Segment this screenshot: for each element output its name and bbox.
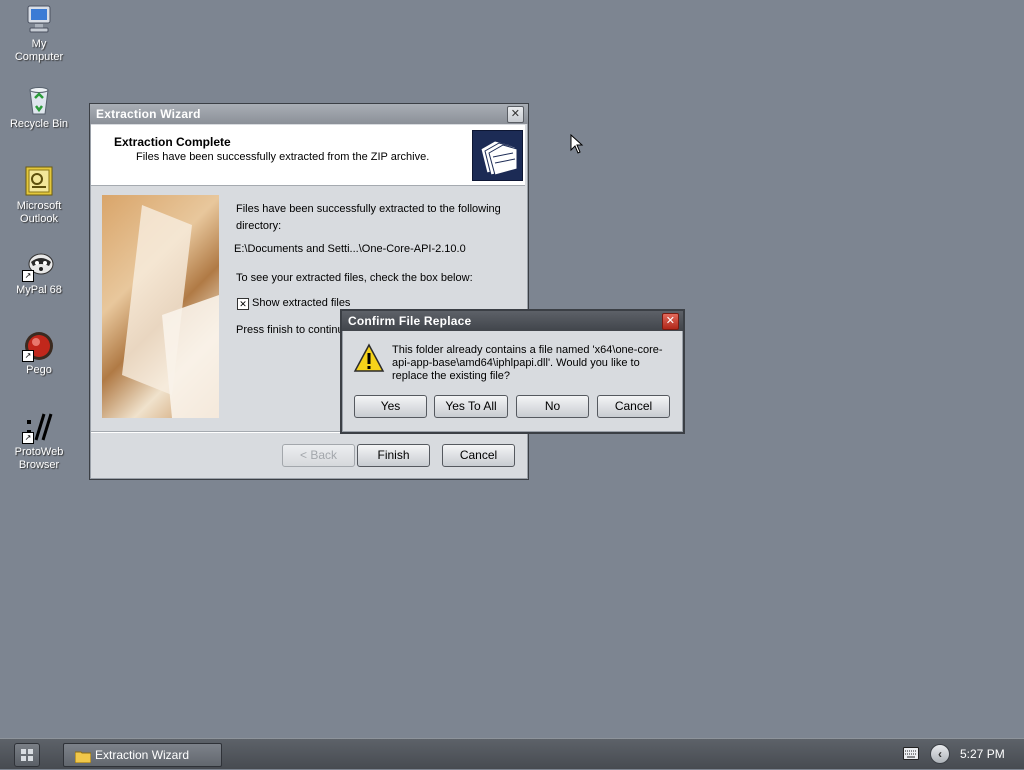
taskbar-task-extraction-wizard[interactable]: Extraction Wizard bbox=[63, 743, 222, 767]
protoweb-icon: ↗ bbox=[22, 412, 56, 444]
desktop-icon-label: My Computer bbox=[14, 38, 64, 63]
pego-icon: ↗ bbox=[22, 330, 56, 362]
wizard-header: Extraction Complete Files have been succ… bbox=[91, 125, 525, 186]
recycle-bin-icon bbox=[22, 84, 56, 116]
confirm-message: This folder already contains a file name… bbox=[392, 344, 663, 382]
wizard-title: Extraction Wizard bbox=[96, 107, 201, 121]
wizard-finish-hint: Press finish to continu bbox=[236, 324, 344, 336]
wizard-header-subtitle: Files have been successfully extracted f… bbox=[136, 151, 430, 163]
wizard-check-hint: To see your extracted files, check the b… bbox=[236, 272, 473, 284]
wizard-header-title: Extraction Complete bbox=[114, 135, 231, 149]
folders-icon bbox=[472, 130, 523, 181]
show-extracted-files-checkbox[interactable]: ✕ bbox=[237, 298, 249, 310]
desktop-icon-label: MyPal 68 bbox=[16, 284, 62, 296]
shortcut-arrow-icon: ↗ bbox=[22, 350, 34, 362]
desktop-icon-pego[interactable]: ↗ Pego bbox=[1, 330, 77, 377]
mouse-cursor-icon bbox=[570, 133, 584, 154]
wizard-side-image bbox=[102, 195, 219, 418]
folder-icon bbox=[74, 748, 92, 764]
keyboard-icon[interactable] bbox=[903, 747, 919, 760]
desktop-icon-recycle-bin[interactable]: Recycle Bin bbox=[1, 84, 77, 131]
desktop-icon-label: Pego bbox=[26, 364, 52, 376]
computer-icon bbox=[22, 4, 56, 36]
desktop-icon-protoweb[interactable]: ↗ ProtoWeb Browser bbox=[1, 412, 77, 472]
confirm-title: Confirm File Replace bbox=[348, 314, 472, 328]
wizard-body-text: Files have been successfully extracted t… bbox=[236, 203, 501, 232]
warning-icon bbox=[353, 343, 385, 373]
show-hidden-icons-button[interactable]: ‹ bbox=[930, 744, 950, 764]
no-button[interactable]: No bbox=[516, 395, 589, 418]
confirm-titlebar[interactable]: Confirm File Replace ✕ bbox=[342, 311, 683, 331]
outlook-icon bbox=[22, 166, 56, 198]
yes-button[interactable]: Yes bbox=[354, 395, 427, 418]
finish-button[interactable]: Finish bbox=[357, 444, 430, 467]
show-extracted-files-label[interactable]: Show extracted files bbox=[252, 297, 350, 309]
desktop-icon-mypal[interactable]: ↗ MyPal 68 bbox=[1, 250, 77, 297]
wizard-cancel-button[interactable]: Cancel bbox=[442, 444, 515, 467]
wizard-titlebar[interactable]: Extraction Wizard ✕ bbox=[90, 104, 528, 124]
back-button[interactable]: < Back bbox=[282, 444, 355, 467]
shortcut-arrow-icon: ↗ bbox=[22, 270, 34, 282]
wizard-path: E:\Documents and Setti...\One-Core-API-2… bbox=[234, 243, 466, 255]
wizard-close-button[interactable]: ✕ bbox=[507, 106, 524, 123]
confirm-file-replace-dialog: Confirm File Replace ✕ This folder alrea… bbox=[340, 309, 685, 434]
start-grid-icon bbox=[21, 749, 33, 761]
start-button[interactable] bbox=[14, 743, 40, 767]
mypal-icon: ↗ bbox=[22, 250, 56, 282]
yes-to-all-button[interactable]: Yes To All bbox=[434, 395, 508, 418]
desktop-icon-outlook[interactable]: Microsoft Outlook bbox=[1, 166, 77, 226]
desktop-icon-label: ProtoWeb Browser bbox=[14, 446, 64, 471]
desktop-icon-label: Recycle Bin bbox=[9, 118, 69, 130]
desktop-icon-label: Microsoft Outlook bbox=[16, 200, 62, 225]
shortcut-arrow-icon: ↗ bbox=[22, 432, 34, 444]
taskbar-task-label: Extraction Wizard bbox=[95, 748, 190, 762]
confirm-cancel-button[interactable]: Cancel bbox=[597, 395, 670, 418]
taskbar: Extraction Wizard ‹ 5:27 PM bbox=[0, 738, 1024, 769]
taskbar-clock[interactable]: 5:27 PM bbox=[960, 739, 1005, 769]
confirm-close-button[interactable]: ✕ bbox=[662, 313, 679, 330]
desktop-icon-my-computer[interactable]: My Computer bbox=[1, 4, 77, 64]
